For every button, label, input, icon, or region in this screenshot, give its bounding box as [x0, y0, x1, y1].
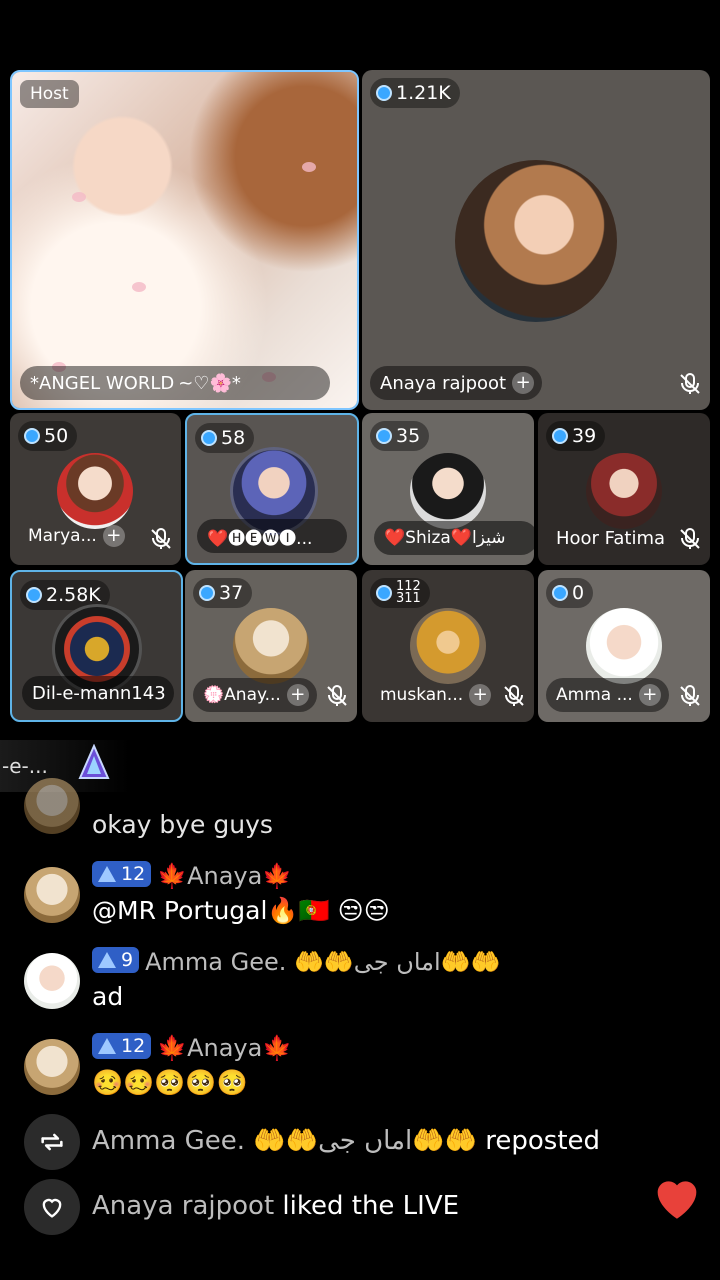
chat-message: 9 Amma Gee. 🤲🤲اماں جی🤲🤲 ad	[24, 947, 700, 1028]
chat-message: 12 🍁Anaya🍁 🥴🥴🥺🥺🥺	[24, 1033, 700, 1114]
follow-plus-icon[interactable]: +	[512, 372, 535, 394]
mic-muted-icon	[680, 373, 700, 394]
host-label: Host	[20, 80, 79, 108]
chat-meta: 12 🍁Anaya🍁	[92, 1033, 292, 1062]
mic-muted-icon	[680, 528, 700, 549]
chat-avatar[interactable]	[24, 953, 80, 1009]
mic-muted-icon	[327, 685, 347, 706]
diamond-icon	[376, 428, 392, 444]
event-user[interactable]: Anaya rajpoot	[92, 1191, 274, 1221]
mic-muted-icon	[151, 528, 171, 549]
guest-tile[interactable]: 39 Hoor Fatima	[538, 413, 710, 565]
gift-count-badge: 0	[546, 578, 594, 608]
repost-icon	[24, 1114, 80, 1170]
heart-outline-icon	[24, 1179, 80, 1235]
guest-tile[interactable]: 2.58K Dil-e-mann143	[10, 570, 183, 722]
mic-muted-icon	[680, 685, 700, 706]
follow-plus-icon[interactable]: +	[102, 525, 125, 547]
diamond-icon	[201, 430, 217, 446]
chat-username[interactable]: Amma Gee. 🤲🤲اماں جی🤲🤲	[145, 948, 500, 976]
diamond-icon	[552, 428, 568, 444]
gift-count-badge: 35	[370, 421, 430, 451]
guest-tile[interactable]: 112 311 muskan... +	[362, 570, 534, 722]
chat-username[interactable]: 🍁Anaya🍁	[157, 1034, 292, 1062]
host-name: *ANGEL WORLD	[30, 372, 175, 394]
guest-avatar	[586, 453, 662, 529]
guest-name-pill[interactable]: ❤️🅗🅔🅦🅘...	[197, 519, 347, 553]
guest-avatar	[455, 160, 617, 322]
level-badge: 9	[92, 947, 140, 973]
guest-avatar	[57, 453, 133, 529]
guest-name-pill[interactable]: Amma ... +	[546, 678, 669, 712]
guest-tile[interactable]: 35 ❤️Shiza❤️شیزا	[362, 413, 534, 565]
level-icon	[98, 952, 116, 968]
level-badge: 12	[92, 1033, 152, 1059]
guest-tile[interactable]: 1.21K Anaya rajpoot +	[362, 70, 710, 410]
guest-name-pill[interactable]: 💮Anay... +	[193, 678, 317, 712]
guest-avatar	[586, 608, 662, 684]
level-badge: 12	[92, 861, 152, 887]
chat-message: okay bye guys	[24, 778, 700, 848]
host-video	[12, 72, 357, 408]
gift-count-badge: 112 311	[370, 578, 430, 608]
chat-message: 12 🍁Anaya🍁 @MR Portugal🔥🇵🇹 😒😒	[24, 861, 700, 942]
diamond-icon	[199, 585, 215, 601]
guest-tile[interactable]: 0 Amma ... +	[538, 570, 710, 722]
diamond-icon	[376, 85, 392, 101]
guest-avatar	[410, 453, 486, 529]
host-tile[interactable]: Host *ANGEL WORLD ~♡🌸*	[10, 70, 359, 410]
follow-plus-icon[interactable]: +	[469, 684, 492, 706]
chat-avatar[interactable]	[24, 867, 80, 923]
level-icon	[98, 866, 116, 882]
follow-plus-icon[interactable]: +	[638, 684, 661, 706]
like-event: Anaya rajpoot liked the LIVE	[24, 1179, 700, 1235]
guest-name-pill[interactable]: Hoor Fatima	[546, 521, 673, 555]
guest-name-pill[interactable]: ❤️Shiza❤️شیزا	[374, 521, 534, 555]
guest-name-pill[interactable]: Marya... +	[18, 519, 133, 553]
guest-name-pill[interactable]: Dil-e-mann143	[22, 676, 174, 710]
guest-name-pill[interactable]: muskan... +	[370, 678, 499, 712]
host-name-pill[interactable]: *ANGEL WORLD ~♡🌸*	[20, 366, 330, 400]
chat-username[interactable]: 🍁Anaya🍁	[157, 862, 292, 890]
chat-text: okay bye guys	[92, 810, 273, 839]
event-user[interactable]: Amma Gee. 🤲🤲اماں جی🤲🤲	[92, 1126, 477, 1156]
chat-meta: 9 Amma Gee. 🤲🤲اماں جی🤲🤲	[92, 947, 500, 976]
chat-meta: 12 🍁Anaya🍁	[92, 861, 292, 890]
chat-text: @MR Portugal🔥🇵🇹 😒😒	[92, 896, 390, 925]
chat-text: 🥴🥴🥺🥺🥺	[92, 1068, 248, 1097]
diamond-icon	[24, 428, 40, 444]
repost-event: Amma Gee. 🤲🤲اماں جی🤲🤲 reposted	[24, 1114, 700, 1170]
gift-count-badge: 39	[546, 421, 606, 451]
chat-avatar[interactable]	[24, 778, 80, 834]
mic-muted-icon	[504, 685, 524, 706]
gift-count-badge: 37	[193, 578, 253, 608]
event-action: liked the LIVE	[282, 1191, 460, 1221]
guest-avatar	[410, 608, 486, 684]
chat-text: ad	[92, 982, 124, 1011]
level-icon	[98, 1038, 116, 1054]
guest-tile[interactable]: 50 Marya... +	[10, 413, 181, 565]
gift-count-badge: 1.21K	[370, 78, 460, 108]
floating-heart-icon	[657, 1181, 697, 1219]
guest-name-pill[interactable]: Anaya rajpoot +	[370, 366, 543, 400]
diamond-icon	[552, 585, 568, 601]
chat-avatar[interactable]	[24, 1039, 80, 1095]
gift-count-badge: 50	[18, 421, 78, 451]
rocket-icon	[78, 744, 110, 779]
guest-tile[interactable]: 37 💮Anay... +	[185, 570, 357, 722]
host-name-suffix: ~♡🌸*	[178, 372, 241, 394]
diamond-icon	[376, 585, 392, 601]
guest-tile[interactable]: 58 ❤️🅗🅔🅦🅘...	[185, 413, 359, 565]
follow-plus-icon[interactable]: +	[286, 684, 309, 706]
gift-count-badge: 58	[195, 423, 255, 453]
event-action: reposted	[485, 1126, 601, 1156]
diamond-icon	[26, 587, 42, 603]
guest-avatar	[233, 608, 309, 684]
